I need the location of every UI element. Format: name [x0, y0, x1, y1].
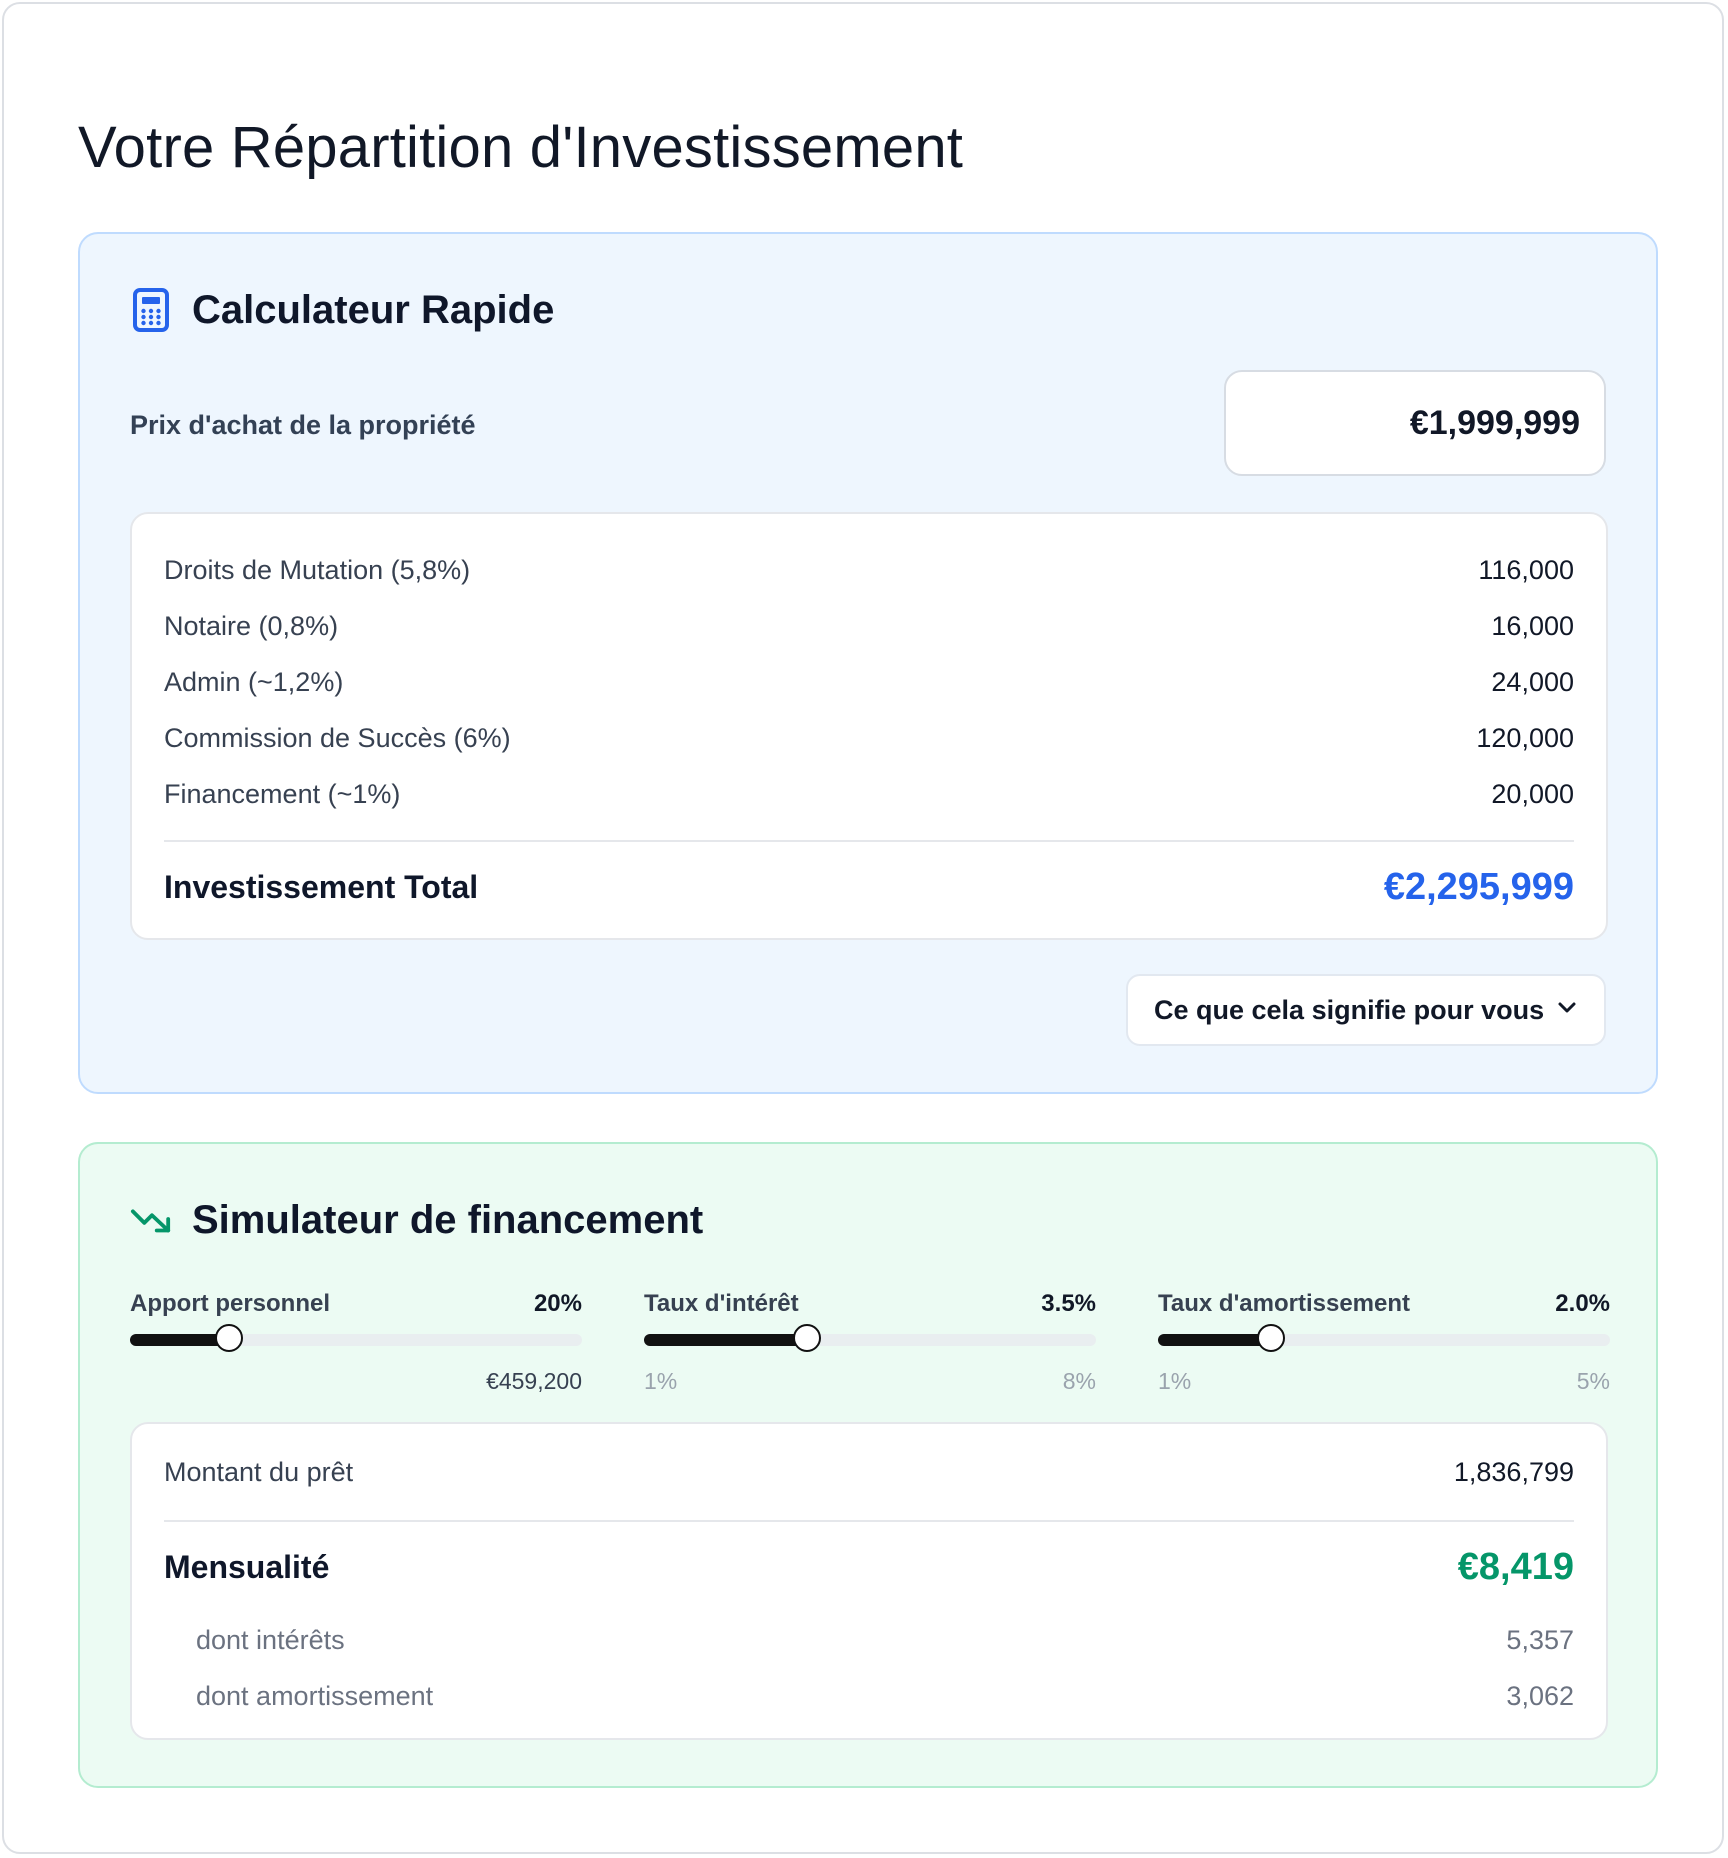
price-label: Prix d'achat de la propriété [130, 410, 476, 440]
page-title: Votre Répartition d'Investissement [78, 115, 964, 180]
loan-amount-value: 1,836,799 [1453, 1456, 1574, 1487]
slider-value: 2.0% [1555, 1290, 1610, 1317]
fee-row: Admin (~1,2%) 24,000 [164, 654, 1574, 710]
slider-header: Taux d'amortissement 2.0% [1158, 1290, 1610, 1324]
fee-value: 16,000 [1491, 610, 1574, 641]
slider-label: Taux d'amortissement [1158, 1290, 1410, 1317]
financing-header: Simulateur de financement [130, 1196, 703, 1244]
slider-down-payment: Apport personnel 20% €459,200 [130, 1290, 582, 1398]
monthly-payment-value: €8,419 [1457, 1545, 1574, 1588]
fee-label: Commission de Succès (6%) [164, 722, 511, 753]
slider-label: Apport personnel [130, 1290, 331, 1317]
fee-label: Droits de Mutation (5,8%) [164, 554, 471, 585]
down-payment-track[interactable] [130, 1324, 582, 1352]
monthly-payment-label: Mensualité [164, 1548, 330, 1585]
slider-footer: 1% 5% [1158, 1368, 1610, 1398]
slider-max: 5% [1576, 1368, 1610, 1394]
monthly-payment-row: Mensualité €8,419 [164, 1522, 1574, 1612]
slider-min: 1% [644, 1368, 678, 1394]
trending-down-icon [130, 1196, 172, 1244]
slider-label: Taux d'intérêt [644, 1290, 799, 1317]
slider-header: Apport personnel 20% [130, 1290, 582, 1324]
slider-header: Taux d'intérêt 3.5% [644, 1290, 1096, 1324]
fee-label: Financement (~1%) [164, 778, 401, 809]
financing-title: Simulateur de financement [192, 1197, 704, 1242]
fees-list: Droits de Mutation (5,8%) 116,000 Notaire … [164, 542, 1574, 822]
calculator-icon [130, 286, 172, 334]
down-payment-thumb[interactable] [215, 1324, 244, 1352]
fee-row: Financement (~1%) 20,000 [164, 766, 1574, 822]
loan-panel: Montant du prêt 1,836,799 Mensualité €8,… [130, 1422, 1608, 1740]
fee-value: 24,000 [1491, 666, 1574, 697]
amortization-label: dont amortissement [196, 1680, 434, 1711]
chevron-down-icon [1556, 1001, 1578, 1020]
fee-row: Commission de Succès (6%) 120,000 [164, 710, 1574, 766]
interest-row: dont intérêts 5,357 [164, 1612, 1574, 1668]
slider-amortization-rate: Taux d'amortissement 2.0% 1% 5% [1158, 1290, 1610, 1398]
total-label: Investissement Total [164, 868, 479, 905]
price-input[interactable] [1224, 370, 1606, 476]
loan-amount-label: Montant du prêt [164, 1456, 354, 1487]
slider-footer: €459,200 [130, 1368, 582, 1398]
calculator-title: Calculateur Rapide [192, 287, 555, 332]
fee-value: 20,000 [1491, 778, 1574, 809]
slider-min: 1% [1158, 1368, 1192, 1394]
slider-value: 20% [533, 1290, 582, 1317]
interest-rate-thumb[interactable] [792, 1324, 821, 1352]
slider-max: 8% [1062, 1368, 1096, 1394]
interest-label: dont intérêts [196, 1624, 345, 1655]
interest-value: 5,357 [1506, 1624, 1574, 1655]
fee-value: 116,000 [1478, 554, 1574, 585]
total-row: Investissement Total €2,295,999 [164, 842, 1574, 932]
fee-label: Notaire (0,8%) [164, 610, 339, 641]
amortization-value: 3,062 [1506, 1680, 1574, 1711]
down-payment-amount: €459,200 [486, 1368, 582, 1394]
page-container: Votre Répartition d'Investissement Calcu… [2, 2, 1724, 1854]
amortization-row: dont amortissement 3,062 [164, 1668, 1574, 1724]
amortization-rate-thumb[interactable] [1257, 1324, 1285, 1352]
meaning-dropdown-button[interactable]: Ce que cela signifie pour vous [1126, 974, 1606, 1046]
slider-fill [1158, 1334, 1271, 1346]
fee-value: 120,000 [1476, 722, 1574, 753]
interest-rate-track[interactable] [644, 1324, 1096, 1352]
quick-calculator-card: Calculateur Rapide Prix d'achat de la pr… [78, 232, 1658, 1094]
fee-row: Notaire (0,8%) 16,000 [164, 598, 1574, 654]
fees-panel: Droits de Mutation (5,8%) 116,000 Notaire … [130, 512, 1608, 940]
financing-simulator-card: Simulateur de financement Apport personn… [78, 1142, 1658, 1788]
meaning-button-label: Ce que cela signifie pour vous [1154, 994, 1545, 1025]
slider-footer: 1% 8% [644, 1368, 1096, 1398]
slider-value: 3.5% [1041, 1290, 1096, 1317]
slider-interest-rate: Taux d'intérêt 3.5% 1% 8% [644, 1290, 1096, 1398]
loan-amount-row: Montant du prêt 1,836,799 [164, 1424, 1574, 1520]
calculator-header: Calculateur Rapide [130, 286, 554, 334]
amortization-rate-track[interactable] [1158, 1324, 1610, 1352]
fee-row: Droits de Mutation (5,8%) 116,000 [164, 542, 1574, 598]
fee-label: Admin (~1,2%) [164, 666, 344, 697]
total-value: €2,295,999 [1383, 865, 1574, 908]
slider-fill [644, 1334, 807, 1346]
